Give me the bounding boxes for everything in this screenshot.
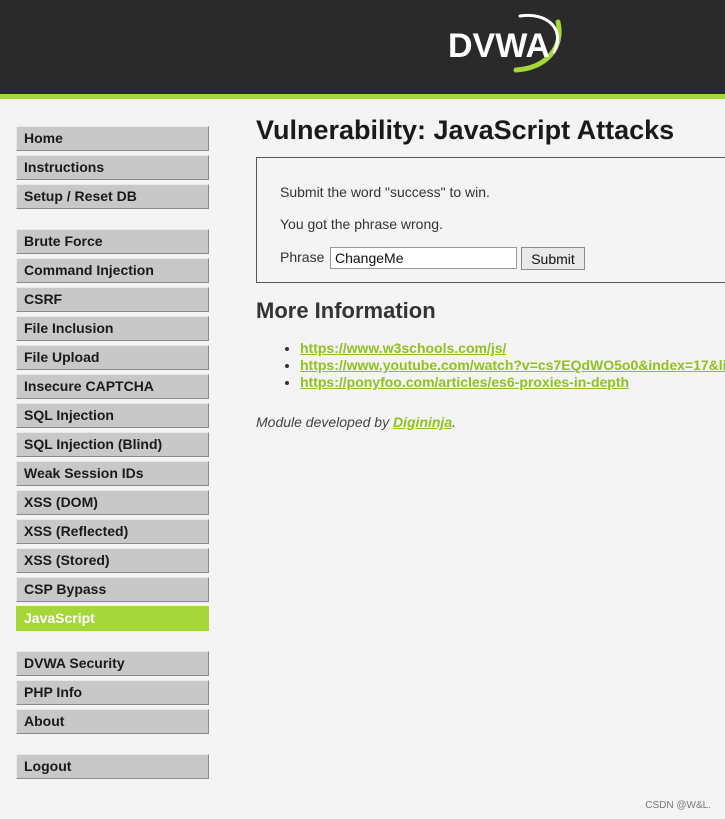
phrase-input[interactable] <box>330 247 517 269</box>
sidebar-item-setup-reset-db[interactable]: Setup / Reset DB <box>16 184 209 209</box>
sidebar-item-dvwa-security[interactable]: DVWA Security <box>16 651 209 676</box>
sidebar-item-csrf[interactable]: CSRF <box>16 287 209 312</box>
sidebar-item-home[interactable]: Home <box>16 126 209 151</box>
sidebar-item-xss-dom[interactable]: XSS (DOM) <box>16 490 209 515</box>
list-item: https://ponyfoo.com/articles/es6-proxies… <box>300 374 725 391</box>
dvwa-logo[interactable]: DVWA <box>446 10 566 80</box>
credit-prefix: Module developed by <box>256 414 393 430</box>
sidebar-item-command-injection[interactable]: Command Injection <box>16 258 209 283</box>
menu-group: Logout <box>16 754 210 779</box>
sidebar-item-xss-reflected[interactable]: XSS (Reflected) <box>16 519 209 544</box>
sidebar-item-xss-stored[interactable]: XSS (Stored) <box>16 548 209 573</box>
menu-group: DVWA Security PHP Info About <box>16 651 210 734</box>
sidebar-item-csp-bypass[interactable]: CSP Bypass <box>16 577 209 602</box>
author-link[interactable]: Digininja <box>393 414 452 430</box>
sidebar-item-weak-session-ids[interactable]: Weak Session IDs <box>16 461 209 486</box>
more-information-heading: More Information <box>256 298 436 323</box>
page-header: DVWA <box>0 0 725 99</box>
menu-group: Brute Force Command Injection CSRF File Inc… <box>16 229 210 631</box>
submit-button[interactable]: Submit <box>521 247 585 270</box>
sidebar-item-sql-injection-blind[interactable]: SQL Injection (Blind) <box>16 432 209 457</box>
sidebar-item-about[interactable]: About <box>16 709 209 734</box>
watermark: CSDN @W&L. <box>645 800 711 811</box>
sidebar-item-sql-injection[interactable]: SQL Injection <box>16 403 209 428</box>
sidebar-item-file-inclusion[interactable]: File Inclusion <box>16 316 209 341</box>
sidebar-item-brute-force[interactable]: Brute Force <box>16 229 209 254</box>
sidebar-menu: Home Instructions Setup / Reset DB Brute Fo… <box>16 126 210 799</box>
menu-group: Home Instructions Setup / Reset DB <box>16 126 210 209</box>
sidebar-item-insecure-captcha[interactable]: Insecure CAPTCHA <box>16 374 209 399</box>
svg-text:DVWA: DVWA <box>448 27 550 65</box>
info-link[interactable]: https://ponyfoo.com/articles/es6-proxies… <box>300 374 629 390</box>
sidebar-item-logout[interactable]: Logout <box>16 754 209 779</box>
list-item: https://www.w3schools.com/js/ <box>300 340 725 357</box>
sidebar-item-javascript[interactable]: JavaScript <box>16 606 209 631</box>
main-content: Vulnerability: JavaScript Attacks Submit… <box>256 110 725 430</box>
sidebar-item-instructions[interactable]: Instructions <box>16 155 209 180</box>
more-information-links: https://www.w3schools.com/js/https://www… <box>256 340 725 391</box>
result-message: You got the phrase wrong. <box>280 216 443 232</box>
sidebar-item-php-info[interactable]: PHP Info <box>16 680 209 705</box>
vulnerability-box: Submit the word "success" to win. You go… <box>256 157 725 283</box>
list-item: https://www.youtube.com/watch?v=cs7EQdWO… <box>300 357 725 374</box>
instruction-text: Submit the word "success" to win. <box>280 184 490 200</box>
sidebar-item-file-upload[interactable]: File Upload <box>16 345 209 370</box>
info-link[interactable]: https://www.w3schools.com/js/ <box>300 340 506 356</box>
phrase-label: Phrase <box>280 249 325 265</box>
module-credit: Module developed by Digininja. <box>256 414 456 430</box>
info-link[interactable]: https://www.youtube.com/watch?v=cs7EQdWO… <box>300 357 725 373</box>
page-title: Vulnerability: JavaScript Attacks <box>256 115 675 145</box>
credit-suffix: . <box>452 414 457 430</box>
